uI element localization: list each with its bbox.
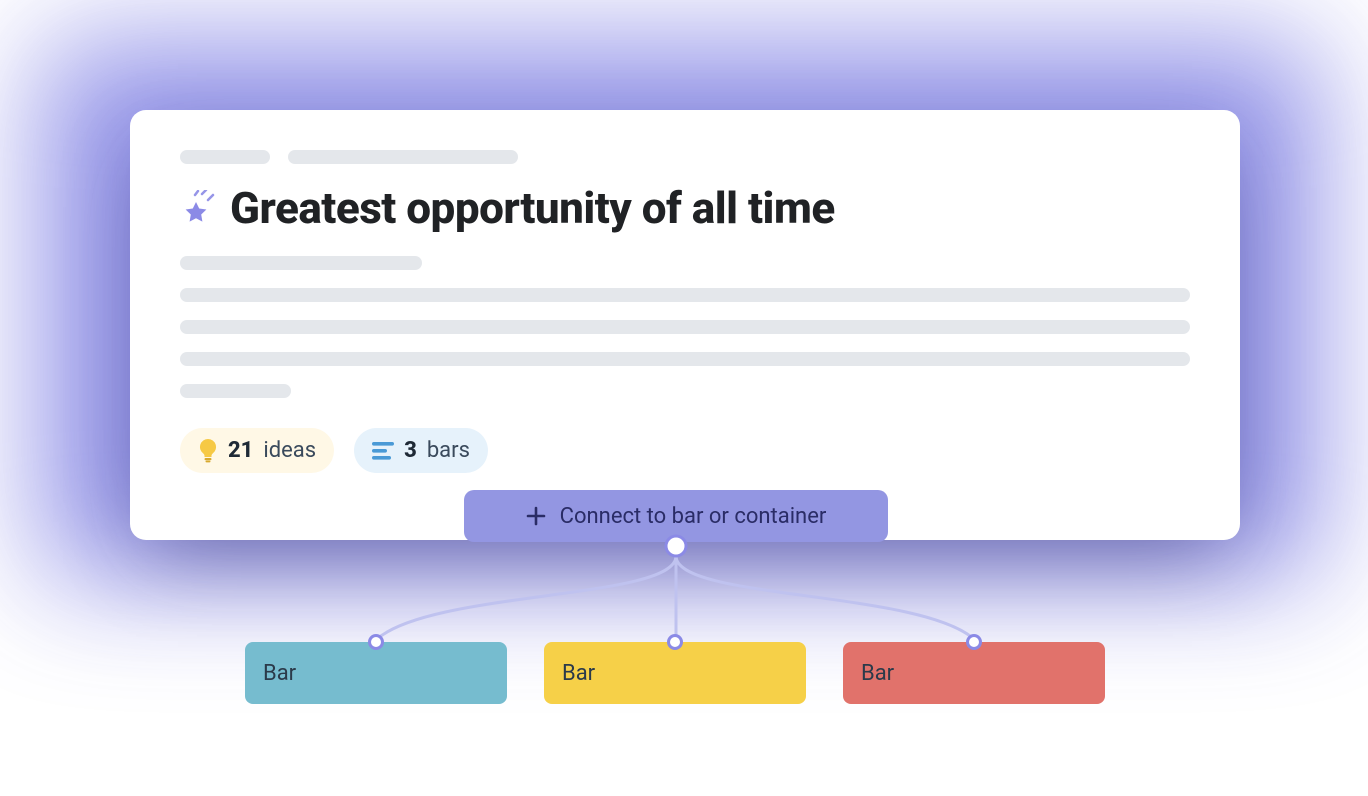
connect-button[interactable]: Connect to bar or container — [464, 490, 888, 542]
plus-icon — [526, 506, 546, 526]
skeleton-line — [180, 384, 291, 398]
skeleton-paragraph — [180, 256, 1190, 398]
bar-label: Bar — [562, 661, 595, 686]
card-title: Greatest opportunity of all time — [230, 182, 835, 234]
bar-item[interactable]: Bar — [843, 642, 1105, 704]
bars-count: 3 — [404, 438, 417, 463]
stage: Greatest opportunity of all time 21 idea… — [0, 0, 1368, 796]
connection-node-icon — [966, 634, 982, 650]
title-row: Greatest opportunity of all time — [180, 182, 1190, 234]
shooting-star-icon — [180, 190, 216, 226]
breadcrumb-placeholder — [288, 150, 518, 164]
connect-label: Connect to bar or container — [560, 504, 827, 529]
bar-item[interactable]: Bar — [245, 642, 507, 704]
bars-icon — [372, 442, 394, 460]
bars-row: Bar Bar Bar — [245, 642, 1105, 704]
skeleton-line — [180, 352, 1190, 366]
lightbulb-icon — [198, 439, 218, 463]
bar-label: Bar — [263, 661, 296, 686]
bars-chip[interactable]: 3 bars — [354, 428, 488, 473]
skeleton-line — [180, 320, 1190, 334]
ideas-chip[interactable]: 21 ideas — [180, 428, 334, 473]
bars-label: bars — [427, 438, 470, 463]
ideas-count: 21 — [228, 438, 253, 463]
opportunity-card: Greatest opportunity of all time 21 idea… — [130, 110, 1240, 540]
bar-label: Bar — [861, 661, 894, 686]
breadcrumb-placeholder — [180, 150, 270, 164]
skeleton-line — [180, 288, 1190, 302]
skeleton-line — [180, 256, 422, 270]
bar-item[interactable]: Bar — [544, 642, 806, 704]
ideas-label: ideas — [263, 438, 316, 463]
chips: 21 ideas 3 bars — [180, 428, 1190, 473]
connection-node-icon — [667, 634, 683, 650]
breadcrumb — [180, 150, 1190, 164]
connection-node-icon — [368, 634, 384, 650]
